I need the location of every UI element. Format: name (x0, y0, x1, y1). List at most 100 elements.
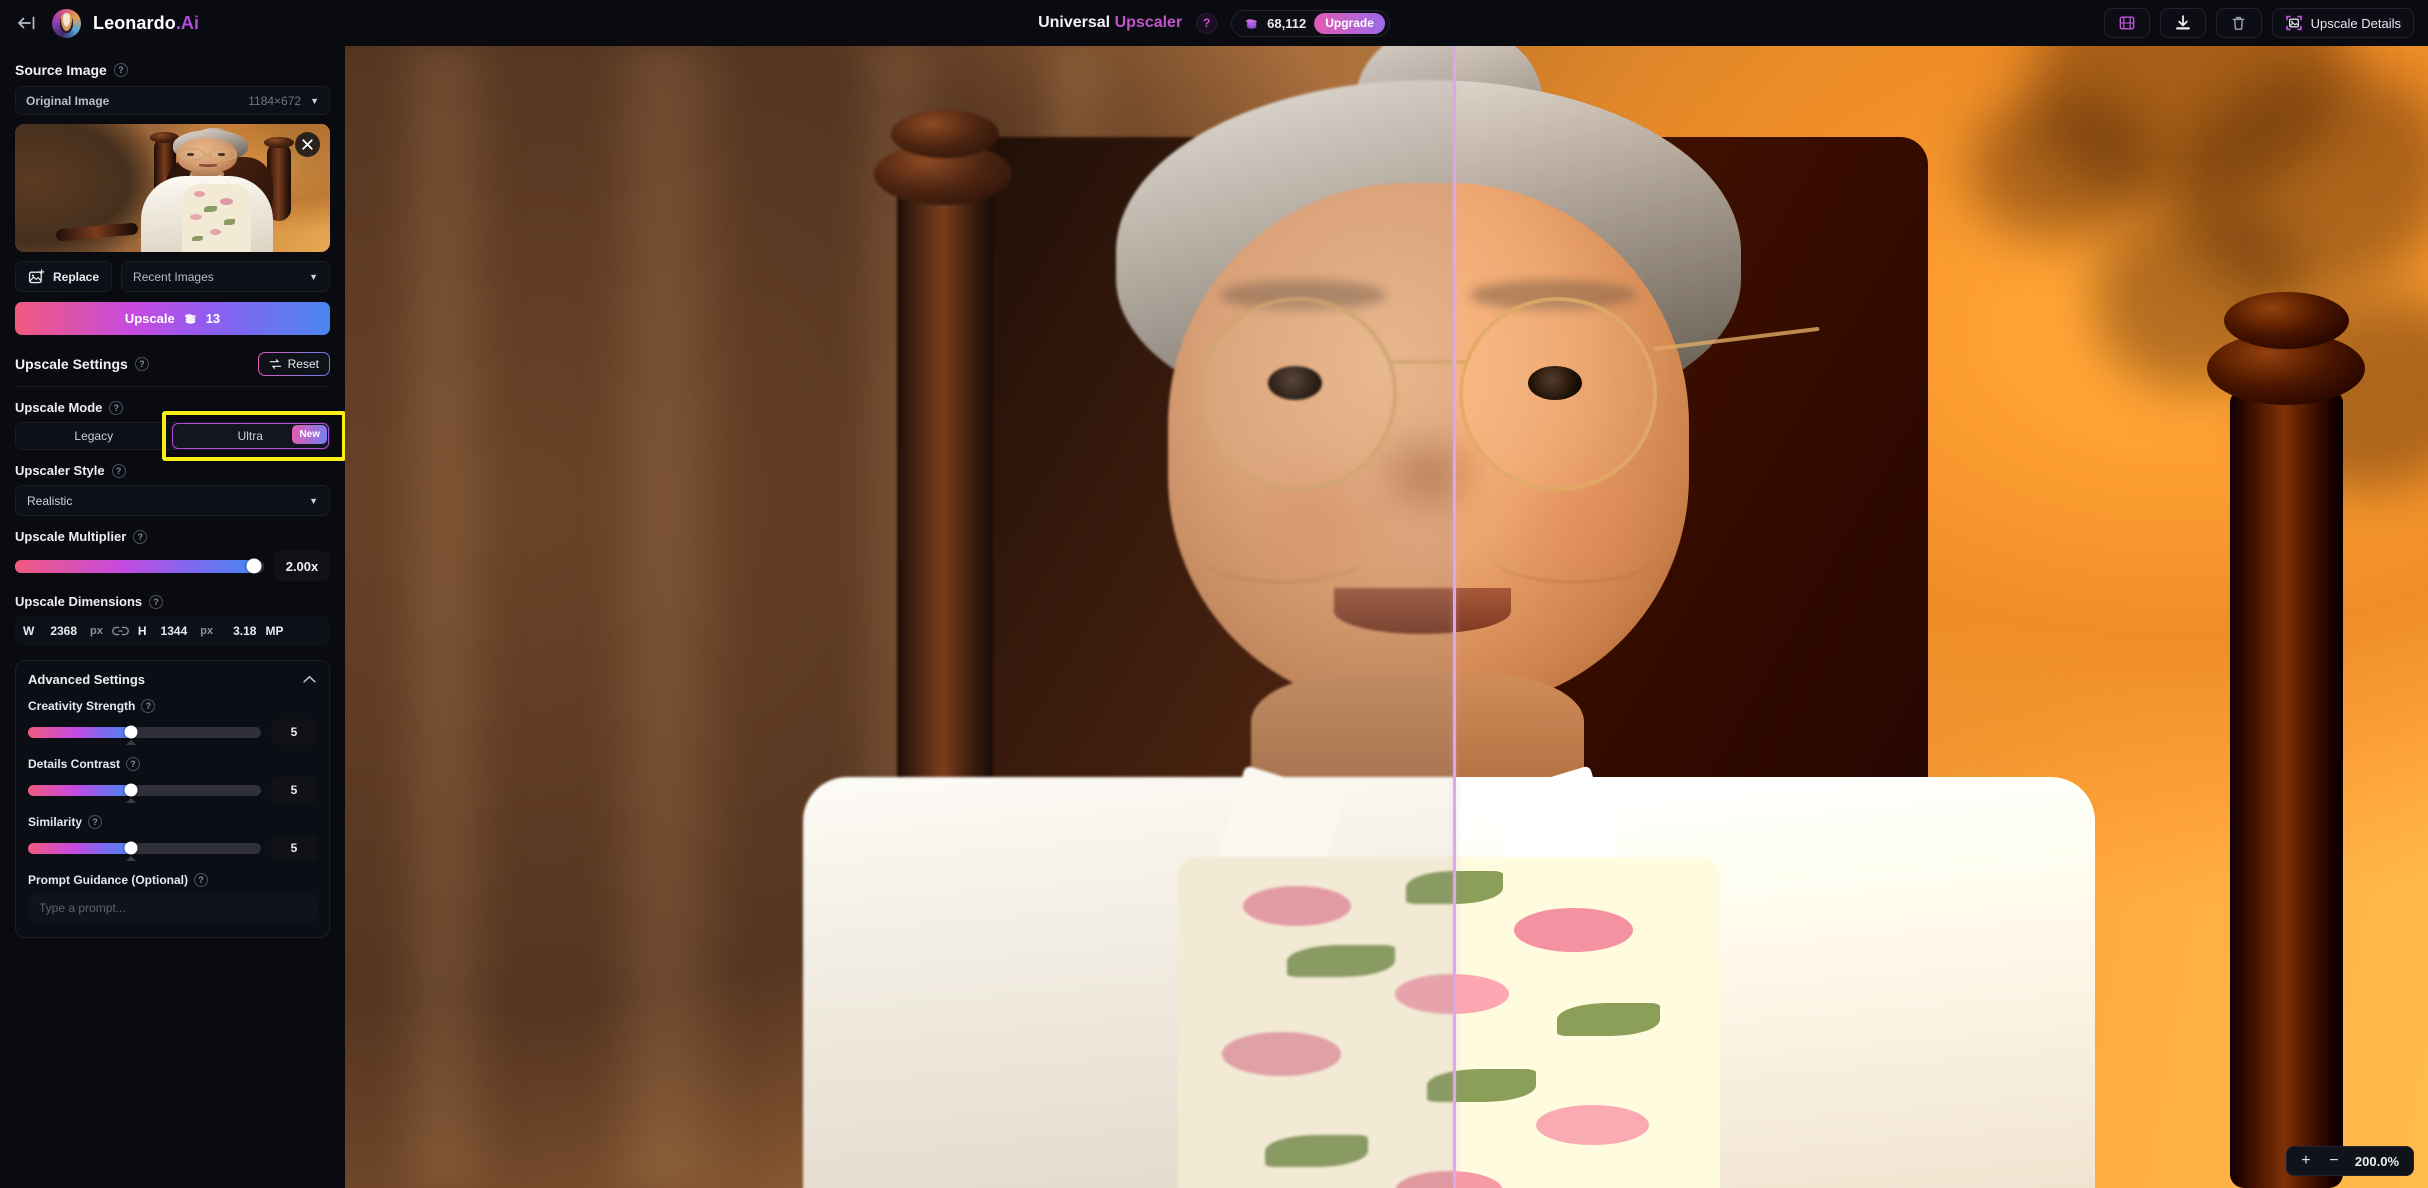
upscale-multiplier-label-row: Upscale Multiplier ? (15, 529, 330, 544)
new-badge: New (292, 425, 327, 444)
similarity-value: 5 (271, 835, 317, 861)
help-icon[interactable]: ? (1196, 12, 1218, 34)
prompt-guidance-label-row: Prompt Guidance (Optional) ? (28, 873, 317, 887)
page-title: Universal Upscaler (1038, 14, 1182, 32)
upscale-mode-option-legacy[interactable]: Legacy (16, 423, 172, 449)
upscale-mode-option-ultra-label: Ultra (237, 429, 263, 443)
upscale-dimensions-help-icon[interactable]: ? (149, 594, 164, 609)
upscale-multiplier-value: 2.00x (274, 551, 330, 581)
similarity-slider[interactable] (28, 841, 261, 861)
replace-button[interactable]: Replace (15, 261, 113, 292)
eye-left (1267, 365, 1322, 400)
apron-leaf (1557, 1002, 1661, 1036)
thumbnail-image (15, 124, 330, 252)
comparison-divider[interactable] (1453, 46, 1457, 1188)
source-image-help-icon[interactable]: ? (113, 63, 128, 77)
apron-leaf (1427, 1068, 1536, 1102)
upscale-settings-header: Upscale Settings ? Reset (15, 352, 330, 376)
credits-value: 68,112 (1267, 15, 1307, 31)
download-icon (2174, 14, 2192, 32)
upscaler-style-dropdown[interactable]: Realistic ▼ (15, 485, 330, 516)
source-image-thumbnail[interactable] (15, 124, 330, 252)
upscale-cost: 13 (205, 311, 221, 326)
brand-name-suffix: .Ai (175, 12, 200, 33)
wrinkle (1199, 526, 1366, 583)
apron-flower (1221, 1032, 1341, 1077)
creativity-strength-help-icon[interactable]: ? (141, 699, 156, 713)
chevron-down-icon: ▼ (309, 495, 318, 506)
advanced-settings-card: Advanced Settings Creativity Strength ? (15, 660, 330, 938)
details-contrast-row: 5 (28, 777, 317, 803)
credits-pill[interactable]: 68,112 Upgrade (1231, 9, 1390, 37)
motion-icon (2118, 15, 2136, 31)
upscaler-app: Leonardo.Ai Universal Upscaler ? 68,112 … (0, 0, 2428, 1188)
upscaler-style-label: Upscaler Style (15, 463, 105, 478)
creativity-strength-slider[interactable] (28, 725, 261, 745)
settings-sidebar: Source Image ? Original Image 1184×672 ▼ (0, 46, 345, 1188)
replace-label: Replace (53, 269, 100, 284)
upscale-dimensions-row: W 2368 px H 1344 px 3.18 MP (15, 616, 330, 646)
apron-leaf (1264, 1134, 1368, 1168)
remove-source-image-button[interactable] (295, 132, 320, 157)
recent-images-dropdown[interactable]: Recent Images ▼ (121, 261, 330, 292)
original-image-label: Original Image (26, 93, 110, 108)
width-value[interactable]: 2368 (50, 624, 77, 638)
prompt-guidance-label: Prompt Guidance (Optional) (28, 873, 189, 887)
download-button[interactable] (2159, 8, 2206, 38)
upscale-details-label: Upscale Details (2310, 15, 2401, 31)
upscale-settings-help-icon[interactable]: ? (134, 357, 149, 371)
top-bar-center: Universal Upscaler ? 68,112 Upgrade (1038, 9, 1390, 37)
apron-flower (1243, 886, 1352, 927)
upscale-mode-option-ultra[interactable]: Ultra New (171, 423, 329, 449)
details-contrast-slider[interactable] (28, 783, 261, 803)
upscale-multiplier-help-icon[interactable]: ? (133, 529, 148, 544)
upscale-multiplier-row: 2.00x (15, 551, 330, 581)
app-body: Source Image ? Original Image 1184×672 ▼ (0, 46, 2428, 1188)
creativity-strength-value: 5 (271, 719, 317, 745)
upscale-details-button[interactable]: Upscale Details (2271, 8, 2414, 38)
link-icon[interactable] (111, 625, 129, 637)
source-image-header: Source Image ? (15, 62, 330, 78)
upscale-button[interactable]: Upscale 13 (15, 302, 330, 335)
zoom-controls: + − 200.0% (2285, 1146, 2414, 1176)
prompt-guidance-input[interactable]: Type a prompt... (28, 893, 317, 923)
similarity-help-icon[interactable]: ? (88, 815, 103, 829)
width-key: W (23, 624, 35, 638)
top-bar-left: Leonardo.Ai (14, 8, 200, 38)
prompt-guidance-placeholder: Type a prompt... (39, 901, 126, 915)
settings-divider (15, 386, 330, 387)
upscaler-style-help-icon[interactable]: ? (111, 463, 126, 478)
chair-right-finial-top (2223, 291, 2349, 349)
top-bar: Leonardo.Ai Universal Upscaler ? 68,112 … (0, 0, 2428, 46)
delete-button[interactable] (2215, 8, 2262, 38)
chevron-down-icon: ▼ (309, 271, 318, 282)
zoom-in-button[interactable]: + (2293, 1148, 2319, 1174)
height-value[interactable]: 1344 (161, 624, 188, 638)
floral-apron (1178, 856, 1720, 1188)
height-key: H (137, 624, 147, 638)
delete-icon (2230, 15, 2247, 32)
reset-button[interactable]: Reset (257, 352, 330, 376)
original-image-dimensions: 1184×672 (248, 93, 302, 108)
upgrade-button[interactable]: Upgrade (1314, 12, 1385, 34)
motion-button[interactable] (2103, 8, 2150, 38)
original-image-select[interactable]: Original Image 1184×672 ▼ (15, 86, 330, 115)
chevron-up-icon (302, 675, 317, 684)
details-contrast-help-icon[interactable]: ? (126, 757, 141, 771)
similarity-label: Similarity (28, 815, 83, 829)
leonardo-logo-icon[interactable] (52, 8, 81, 38)
zoom-out-button[interactable]: − (2321, 1148, 2347, 1174)
collapse-panel-icon[interactable] (14, 10, 40, 36)
coins-icon (1244, 16, 1259, 31)
upscale-mode-help-icon[interactable]: ? (109, 400, 124, 415)
apron-flower (1394, 1171, 1504, 1188)
prompt-guidance-help-icon[interactable]: ? (194, 873, 209, 887)
upscale-multiplier-slider[interactable] (15, 558, 264, 574)
upscale-dimensions-label-row: Upscale Dimensions ? (15, 594, 330, 609)
source-image-title: Source Image (15, 62, 107, 78)
image-canvas[interactable]: + − 200.0% (345, 46, 2428, 1188)
upscale-mode-toggle: Legacy Ultra New (15, 422, 330, 450)
advanced-settings-header[interactable]: Advanced Settings (28, 672, 317, 687)
upscale-details-icon (2285, 14, 2303, 32)
page-title-accent: Upscaler (1114, 14, 1183, 31)
